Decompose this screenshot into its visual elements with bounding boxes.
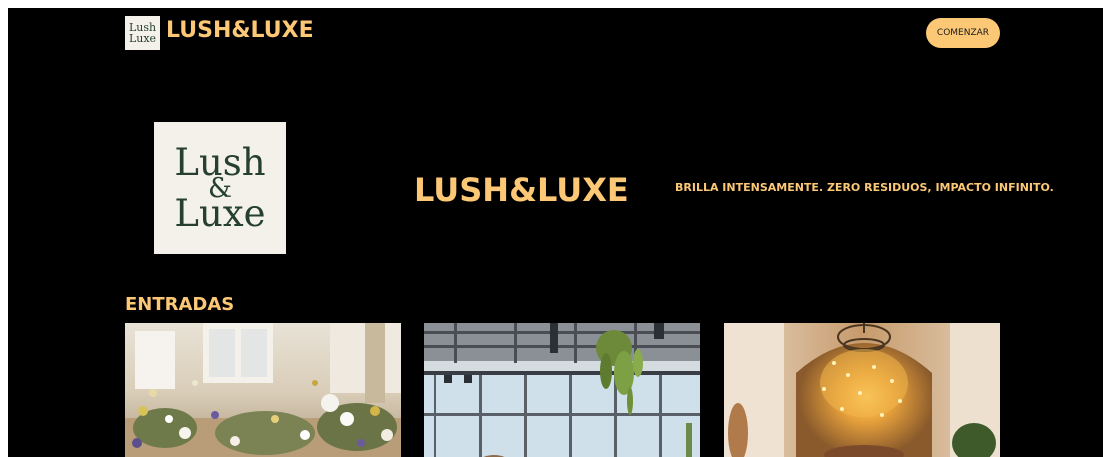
site-header: Lush Luxe LUSH&LUXE COMENZAR (8, 8, 1103, 70)
hero-logo: Lush & Luxe (154, 122, 286, 254)
header-logo[interactable]: Lush Luxe (125, 16, 160, 50)
brand-name[interactable]: LUSH&LUXE (166, 18, 314, 43)
fairy-lights-arch-photo (724, 323, 1000, 457)
page-viewport: Lush Luxe LUSH&LUXE COMENZAR Lush & Luxe… (8, 8, 1103, 457)
entry-card-fairy-lights[interactable] (724, 323, 1000, 457)
entry-card-wildflowers[interactable] (125, 323, 401, 457)
entry-card-loft[interactable] (424, 323, 700, 457)
hero-title: LUSH&LUXE (414, 171, 629, 209)
entries-title: ENTRADAS (125, 294, 235, 315)
header-logo-line2: Luxe (128, 32, 157, 45)
comenzar-button[interactable]: COMENZAR (926, 18, 1000, 48)
wildflower-table-photo (125, 323, 401, 457)
hero-logo-line2: Luxe (174, 191, 266, 235)
hero-tagline: BRILLA INTENSAMENTE. ZERO RESIDUOS, IMPA… (675, 181, 1054, 194)
industrial-loft-hanging-plants-photo (424, 323, 700, 457)
